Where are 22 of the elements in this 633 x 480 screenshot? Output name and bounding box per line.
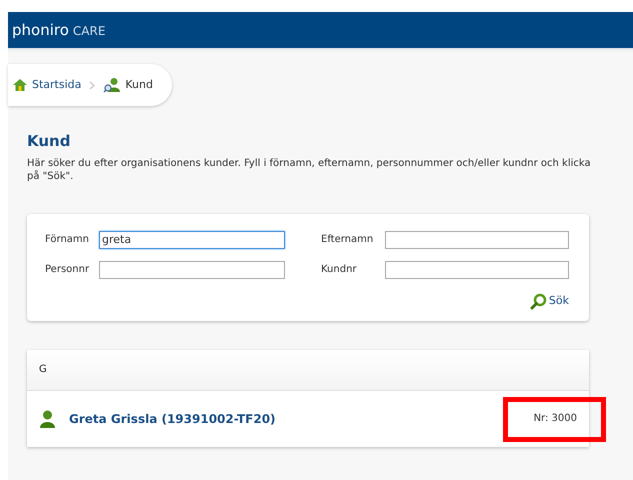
person-search-icon	[103, 77, 122, 93]
field-label: Förnamn	[45, 233, 90, 247]
group-header: G	[39, 363, 47, 377]
search-button[interactable]: Sök	[530, 292, 569, 310]
field-label: Kundnr	[321, 263, 358, 277]
breadcrumb-link[interactable]: Kund	[103, 76, 153, 94]
person-icon	[40, 410, 55, 428]
text-field[interactable]	[385, 230, 569, 248]
page-description: Här söker du efter organisationens kunder. Fyll i förnamn, efternamn, personnummer och/eller kundnr och klicka på "Sök".	[27, 156, 592, 182]
brand-logo: phoniro CARE	[12, 20, 106, 41]
text-field[interactable]: greta	[99, 230, 285, 248]
chevron-icon	[89, 80, 96, 90]
breadcrumb-link[interactable]: Startsida	[12, 76, 82, 94]
field-label: Personnr	[45, 263, 90, 277]
customer-link[interactable]: Greta Grissla (19391002-TF20)	[69, 410, 276, 428]
field-label: Efternamn	[321, 233, 374, 247]
text-field[interactable]	[99, 260, 285, 278]
house-icon	[12, 78, 28, 92]
search-icon	[530, 292, 547, 310]
page-title: Kund	[27, 131, 72, 152]
text-field[interactable]	[385, 260, 569, 278]
customer-number: Nr: 3000	[534, 412, 577, 426]
